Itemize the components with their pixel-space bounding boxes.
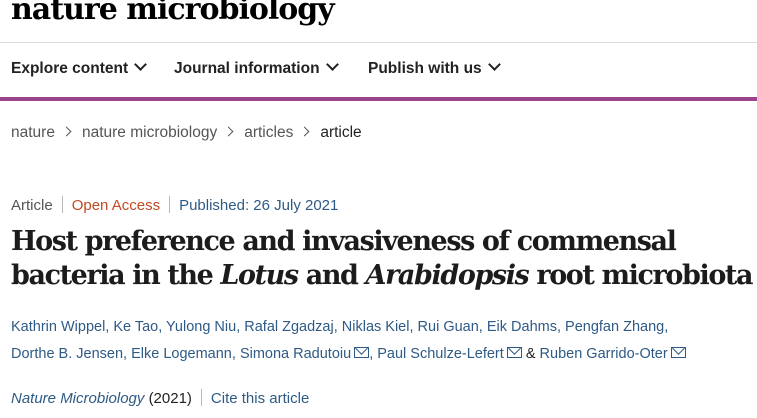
nav-journal-information[interactable]: Journal information (174, 58, 339, 78)
article-title: Host preference and invasiveness of comm… (11, 225, 756, 293)
main-nav: Explore content Journal information Publ… (0, 43, 757, 101)
author-link[interactable]: Rafal Zgadzaj (244, 319, 333, 335)
chevron-right-icon (299, 126, 310, 137)
author-list: Kathrin Wippel, Ke Tao, Yulong Niu, Rafa… (11, 314, 751, 368)
author-link[interactable]: Rui Guan (418, 319, 479, 335)
breadcrumb-nature-microbiology[interactable]: nature microbiology (82, 124, 217, 141)
author-link[interactable]: Paul Schulze-Lefert (377, 346, 504, 362)
open-access-badge: Open Access (71, 197, 161, 214)
chevron-down-icon (325, 58, 339, 71)
journal-logo[interactable]: nature microbiology (11, 0, 335, 27)
title-line2-pre: bacteria in the (11, 260, 221, 291)
chevron-down-icon (487, 58, 501, 71)
article-type: Article (11, 197, 53, 214)
published-date: Published: 26 July 2021 (179, 197, 339, 214)
author-link[interactable]: Kathrin Wippel (11, 319, 105, 335)
title-italic-lotus: Lotus (220, 260, 299, 291)
author-link[interactable]: Ruben Garrido-Oter (540, 346, 668, 362)
author-link[interactable]: Ke Tao (113, 319, 158, 335)
journal-name[interactable]: Nature Microbiology (11, 390, 144, 407)
brand-header: nature microbiology (0, 0, 757, 43)
chevron-right-icon (223, 126, 234, 137)
divider (200, 389, 202, 406)
author-link[interactable]: Eik Dahms (487, 319, 557, 335)
title-line2-post: root microbiota (528, 260, 753, 291)
email-icon[interactable] (354, 347, 370, 358)
chevron-down-icon (134, 58, 148, 71)
author-link[interactable]: Elke Logemann (131, 346, 232, 362)
author-link[interactable]: Yulong Niu (166, 319, 236, 335)
nav-explore-content[interactable]: Explore content (11, 58, 148, 78)
article-meta: Article Open Access Published: 26 July 202… (11, 196, 338, 214)
author-link[interactable]: Pengfan Zhang (565, 319, 664, 335)
title-line2-mid: and (297, 260, 366, 291)
email-icon[interactable] (506, 347, 522, 358)
email-icon[interactable] (670, 347, 686, 358)
breadcrumb-current: article (320, 124, 362, 141)
divider (61, 196, 63, 213)
breadcrumb-articles[interactable]: articles (244, 124, 293, 141)
nav-journal-label: Journal information (174, 60, 320, 77)
breadcrumb: nature nature microbiology articles article (11, 124, 362, 142)
author-link[interactable]: Dorthe B. Jensen (11, 346, 123, 362)
title-italic-arabidopsis: Arabidopsis (365, 260, 530, 291)
breadcrumb-nature[interactable]: nature (11, 124, 55, 141)
author-ampersand: & (525, 346, 536, 362)
title-line1: Host preference and invasiveness of comm… (11, 226, 677, 257)
author-link[interactable]: Simona Radutoiu (240, 346, 351, 362)
publication-year: (2021) (148, 390, 192, 407)
citation-line: Nature Microbiology (2021) Cite this arti… (11, 389, 309, 407)
nav-explore-label: Explore content (11, 60, 129, 77)
cite-this-article-link[interactable]: Cite this article (211, 390, 309, 407)
chevron-right-icon (61, 126, 72, 137)
nav-publish-with-us[interactable]: Publish with us (368, 58, 501, 78)
nav-publish-label: Publish with us (368, 60, 482, 77)
divider (169, 196, 171, 213)
author-link[interactable]: Niklas Kiel (342, 319, 410, 335)
